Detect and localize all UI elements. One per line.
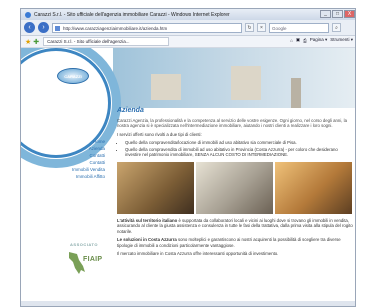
address-url: http://www.carazziagenziaimmobiliare.it/… <box>63 25 168 31</box>
title-bar: Carazzi S.r.l. - Sito ufficiale dell'age… <box>21 9 355 20</box>
menu-home[interactable]: Home <box>93 138 109 145</box>
menu-affitto[interactable]: Immobili Affitto <box>76 173 109 180</box>
menu-contatti-2[interactable]: Contatti <box>89 159 109 166</box>
command-bar: ★ ✚ Carazzi S.r.l. - Sito ufficiale dell… <box>21 36 355 48</box>
tower-shape <box>291 78 301 108</box>
screen: Carazzi S.r.l. - Sito ufficiale dell'age… <box>0 0 366 307</box>
affiliation-badge: ASSOCIATO FIAIP <box>61 242 107 282</box>
ie-icon <box>25 11 31 18</box>
service-item: Quello della compravendita di immobili a… <box>125 147 353 158</box>
italy-map-icon <box>69 252 85 274</box>
building-shape <box>151 74 181 100</box>
territory-title: L'attività sul territorio italiano <box>117 217 178 223</box>
close-button[interactable]: X <box>344 10 355 18</box>
page-icon <box>55 25 60 31</box>
window-controls: _ □ X <box>320 10 355 18</box>
site-logo[interactable]: CARAZZI <box>57 68 89 84</box>
pagina-menu[interactable]: Pagina ▾ <box>310 37 328 43</box>
menu-vendita[interactable]: Immobili Vendita <box>72 166 109 173</box>
browser-window: Carazzi S.r.l. - Sito ufficiale dell'age… <box>20 8 356 307</box>
site-menu: Home Azienda Contatti Contatti Immobili … <box>21 138 109 180</box>
status-bar <box>21 301 355 306</box>
footer-paragraph: Il mercato immobiliare in Costa Azzurra … <box>117 251 279 256</box>
navigation-bar: ‹ › http://www.carazziagenziaimmobiliare… <box>21 20 355 36</box>
search-icon[interactable]: ⌕ <box>332 23 341 32</box>
page-content: CARAZZI Home Azienda Contatti Contatti I… <box>21 48 355 306</box>
affiliation-brand: FIAIP <box>83 256 103 263</box>
add-favorites-icon[interactable]: ✚ <box>33 38 39 46</box>
strumenti-menu[interactable]: Strumenti ▾ <box>330 37 353 43</box>
menu-contatti[interactable]: Contatti <box>89 152 109 159</box>
minimize-button[interactable]: _ <box>320 10 331 18</box>
address-input[interactable]: http://www.carazziagenziaimmobiliare.it/… <box>52 22 242 33</box>
feeds-icon[interactable]: ▣ <box>296 37 300 43</box>
left-sidebar: CARAZZI Home Azienda Contatti Contatti I… <box>21 48 121 306</box>
print-icon[interactable]: ⎙ <box>303 38 307 43</box>
stop-icon[interactable]: × <box>257 23 266 32</box>
favorites-icon[interactable]: ★ <box>25 38 31 46</box>
intro-paragraph: Carazzi Agenzia, la professionalità e la… <box>117 117 348 129</box>
back-icon[interactable]: ‹ <box>24 22 35 33</box>
office-photo-1 <box>117 161 194 214</box>
affiliation-label: ASSOCIATO <box>70 242 98 247</box>
command-buttons: ⌂ ▣ ⎙ Pagina ▾ Strumenti ▾ <box>290 37 353 43</box>
services-list: Quello della compravendita/locazione di … <box>125 140 353 158</box>
building-shape <box>231 66 261 100</box>
territory-paragraph: L'attività sul territorio italiano è sup… <box>117 218 353 235</box>
solutions-title: Le soluzioni in Costa Azzurra <box>117 237 177 242</box>
search-input[interactable]: Google <box>269 22 329 33</box>
forward-icon[interactable]: › <box>38 22 49 33</box>
refresh-icon[interactable]: ↻ <box>245 23 254 32</box>
photo-gallery <box>117 161 353 214</box>
service-item: Quello della compravendita/locazione di … <box>125 140 353 146</box>
header-photo <box>111 48 355 108</box>
home-icon[interactable]: ⌂ <box>290 38 293 43</box>
maximize-button[interactable]: □ <box>332 10 343 18</box>
tab-current[interactable]: Carazzi S.r.l. - Sito ufficiale dell'age… <box>43 37 170 46</box>
menu-azienda[interactable]: Azienda <box>89 145 109 152</box>
office-photo-3 <box>275 161 352 214</box>
office-photo-2 <box>196 161 273 214</box>
window-title: Carazzi S.r.l. - Sito ufficiale dell'age… <box>34 11 230 18</box>
services-subtitle: I servizi offerti sono rivolti a due tip… <box>117 131 202 137</box>
main-article: Azienda Carazzi Agenzia, la professional… <box>117 107 353 306</box>
solutions-paragraph: Le soluzioni in Costa Azzurra sono molte… <box>117 237 353 248</box>
page-title: Azienda <box>117 107 144 114</box>
